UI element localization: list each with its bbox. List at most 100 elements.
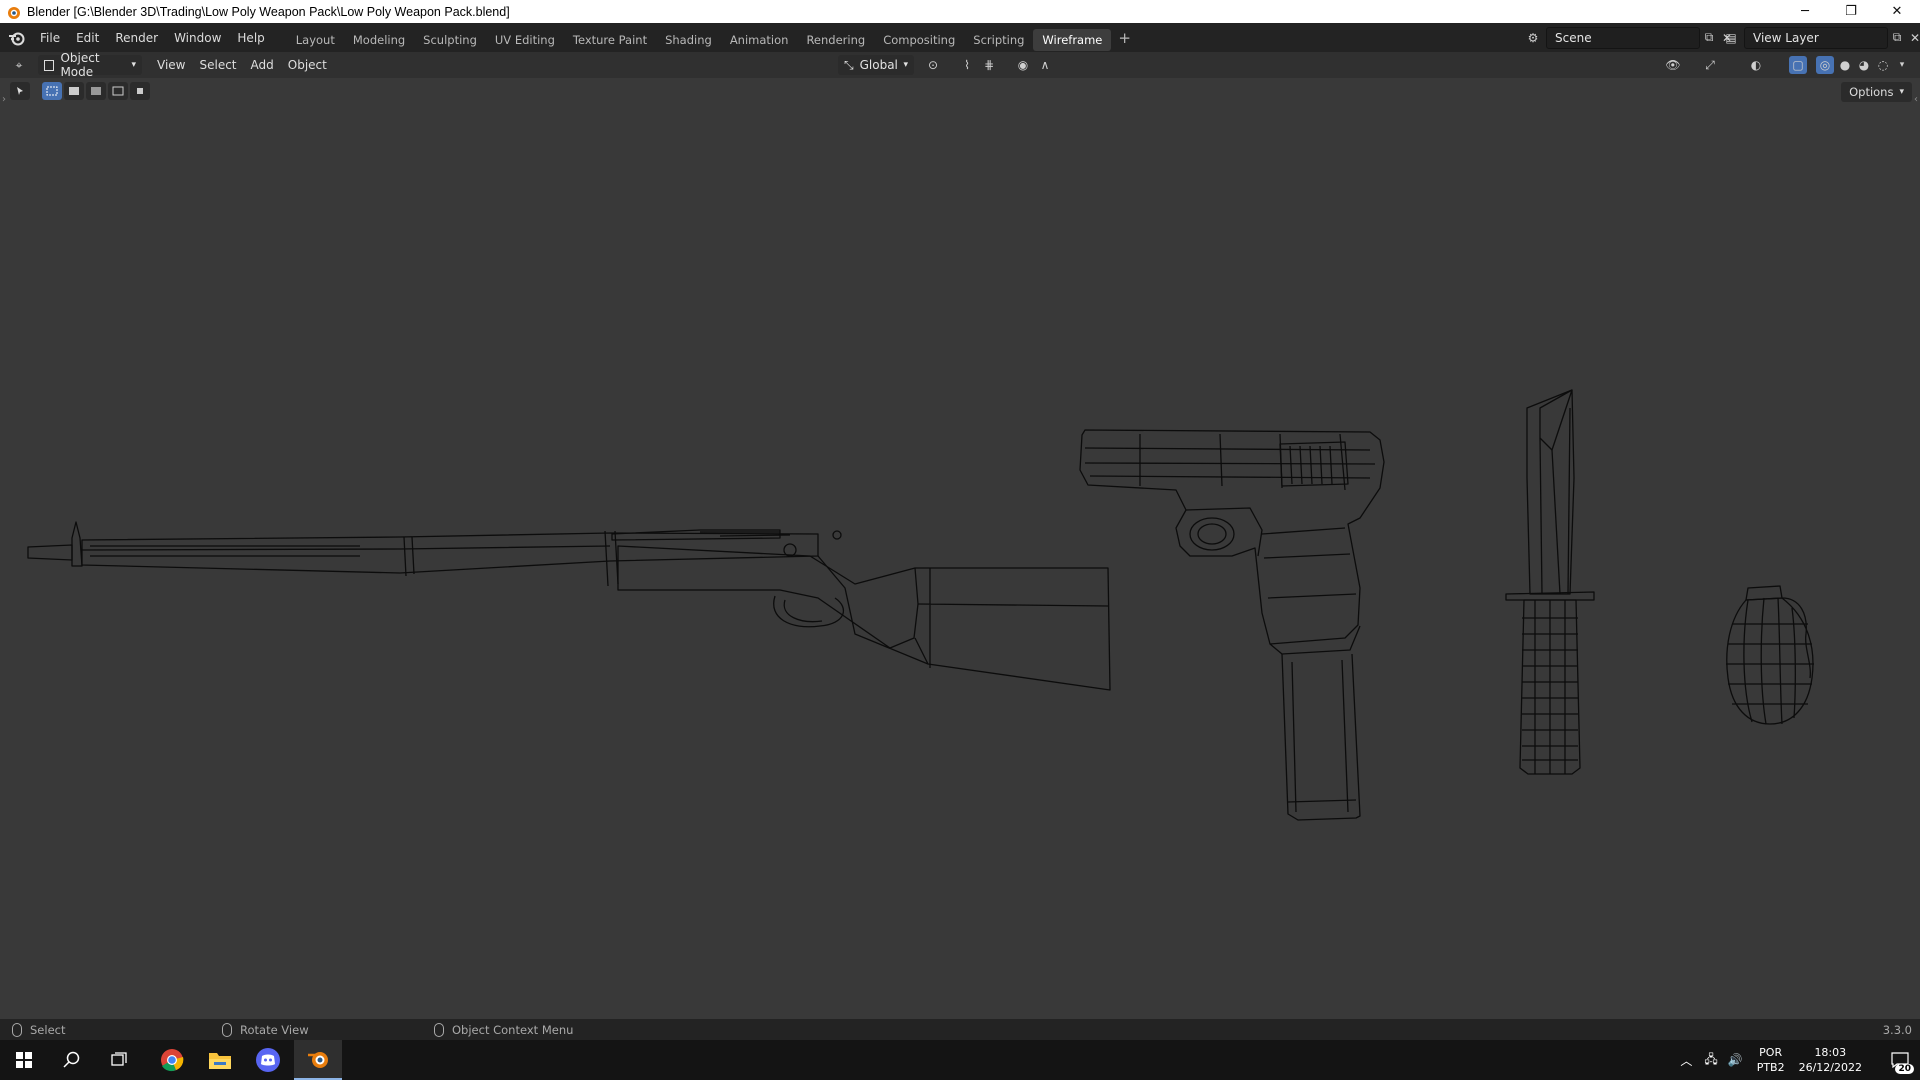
status-rotate: Rotate View (222, 1022, 309, 1037)
status-select-label: Select (30, 1022, 66, 1037)
tab-scripting[interactable]: Scripting (964, 29, 1033, 51)
gizmo-icon[interactable]: ⤢ (1701, 56, 1719, 74)
mouse-middle-icon (222, 1022, 232, 1037)
view-layer-icon[interactable]: ▤ (1722, 29, 1740, 47)
3d-viewport[interactable]: Options ▾ › ‹ (0, 78, 1920, 1019)
tab-shading[interactable]: Shading (656, 29, 721, 51)
view-layer-field[interactable]: View Layer (1744, 26, 1888, 49)
minimize-button[interactable]: ─ (1782, 0, 1828, 23)
scene-icon[interactable]: ⚙ (1524, 29, 1542, 47)
visibility-icon[interactable]: 👁 (1664, 56, 1682, 74)
close-button[interactable]: ✕ (1874, 0, 1920, 23)
tray-expand-icon[interactable]: ︿ (1680, 1052, 1692, 1069)
knife-wireframe[interactable] (1505, 389, 1595, 775)
menu-edit[interactable]: Edit (68, 23, 107, 52)
tab-layout[interactable]: Layout (287, 29, 344, 51)
search-icon[interactable] (48, 1040, 96, 1080)
object-mode-icon (44, 59, 55, 71)
overlays-icon[interactable]: ◐ (1747, 56, 1765, 74)
tab-uv-editing[interactable]: UV Editing (486, 29, 564, 51)
status-bar: Select Rotate View Object Context Menu 3… (0, 1019, 1920, 1040)
xray-icon[interactable]: ▢ (1789, 56, 1807, 74)
viewport-header: ⌖ Object Mode ▾ View Select Add Object ⤡… (0, 51, 1920, 79)
network-icon[interactable]: 🖧 (1704, 1050, 1717, 1071)
task-view-icon[interactable] (96, 1040, 144, 1080)
tab-rendering[interactable]: Rendering (797, 29, 874, 51)
header-menu-view[interactable]: View (150, 58, 192, 72)
mouse-right-icon (434, 1022, 444, 1037)
notification-count-badge: 20 (1895, 1064, 1914, 1074)
header-menu-add[interactable]: Add (244, 58, 281, 72)
view-layer-selector: ▤ View Layer ⧉ ✕ (1722, 26, 1920, 49)
scene-wireframe (27, 389, 1814, 821)
scene-field[interactable]: Scene (1546, 26, 1700, 49)
grenade-wireframe[interactable] (1726, 585, 1814, 725)
proportional-edit-icon[interactable]: ◉ (1014, 56, 1032, 74)
shading-options-icon[interactable]: ▾ (1893, 56, 1911, 74)
discord-icon[interactable] (244, 1040, 292, 1080)
orientation-icon: ⤡ (844, 57, 854, 72)
chrome-icon[interactable] (148, 1040, 196, 1080)
tab-compositing[interactable]: Compositing (874, 29, 964, 51)
rifle-wireframe[interactable] (27, 521, 1111, 691)
top-bar: File Edit Render Window Help Layout Mode… (0, 23, 1920, 52)
material-shading-icon[interactable]: ◕ (1855, 56, 1873, 74)
menu-window[interactable]: Window (166, 23, 229, 52)
mode-label: Object Mode (60, 51, 100, 79)
blender-app-icon (8, 6, 20, 19)
window-titlebar: Blender [G:\Blender 3D\Trading\Low Poly … (0, 0, 1920, 23)
chevron-down-icon: ▾ (131, 60, 136, 70)
tab-animation[interactable]: Animation (721, 29, 798, 51)
window-title: Blender [G:\Blender 3D\Trading\Low Poly … (27, 4, 510, 19)
pistol-wireframe[interactable] (1079, 429, 1385, 821)
rendered-shading-icon[interactable]: ◌ (1874, 56, 1892, 74)
scene-name: Scene (1555, 30, 1592, 45)
snap-icon[interactable]: ⌇ (958, 56, 976, 74)
menu-file[interactable]: File (32, 23, 68, 52)
windows-taskbar: ︿ 🖧 🔊 POR PTB2 18:03 26/12/2022 20 (0, 1040, 1920, 1080)
file-explorer-icon[interactable] (196, 1040, 244, 1080)
system-tray: ︿ 🖧 🔊 POR PTB2 18:03 26/12/2022 20 (1680, 1040, 1920, 1080)
orientation-label: Global (859, 58, 898, 72)
status-context-label: Object Context Menu (452, 1022, 574, 1037)
mouse-left-icon (12, 1022, 22, 1037)
editor-type-icon[interactable]: ⌖ (10, 56, 28, 74)
tab-sculpting[interactable]: Sculpting (414, 29, 486, 51)
scene-selector: ⚙ Scene ⧉ ✕ (1524, 26, 1736, 49)
language-primary: POR (1759, 1046, 1783, 1059)
notification-center[interactable]: 20 (1880, 1040, 1920, 1080)
header-menu-select[interactable]: Select (192, 58, 243, 72)
blender-taskbar-icon[interactable] (294, 1040, 342, 1080)
scene-new-icon[interactable]: ⧉ (1700, 29, 1718, 47)
menu-render[interactable]: Render (107, 23, 166, 52)
version-label: 3.3.0 (1882, 1022, 1912, 1037)
clock[interactable]: 18:03 26/12/2022 (1799, 1045, 1862, 1075)
mode-dropdown[interactable]: Object Mode ▾ (38, 51, 142, 79)
restore-button[interactable]: ❐ (1828, 0, 1874, 23)
clock-date: 26/12/2022 (1798, 1061, 1862, 1074)
status-context: Object Context Menu (434, 1022, 574, 1037)
menu-help[interactable]: Help (229, 23, 272, 52)
solid-shading-icon[interactable]: ● (1836, 56, 1854, 74)
volume-icon[interactable]: 🔊 (1728, 1053, 1743, 1067)
windows-start-icon[interactable] (0, 1040, 48, 1080)
language-secondary: PTB2 (1756, 1061, 1785, 1074)
orientation-dropdown[interactable]: ⤡ Global ▾ (838, 55, 914, 75)
add-workspace-button[interactable]: + (1111, 29, 1138, 47)
tab-texture-paint[interactable]: Texture Paint (564, 29, 656, 51)
snap-target-icon[interactable]: ⋕ (980, 56, 998, 74)
tab-wireframe[interactable]: Wireframe (1033, 28, 1112, 51)
pivot-icon[interactable]: ⊙ (924, 56, 942, 74)
view-layer-remove-icon[interactable]: ✕ (1906, 29, 1920, 47)
language-indicator[interactable]: POR PTB2 (1757, 1045, 1785, 1075)
clock-time: 18:03 (1814, 1046, 1847, 1059)
view-layer-name: View Layer (1753, 30, 1819, 45)
falloff-icon[interactable]: ∧ (1036, 56, 1054, 74)
blender-logo-icon[interactable] (2, 30, 32, 46)
view-layer-new-icon[interactable]: ⧉ (1888, 29, 1906, 47)
status-rotate-label: Rotate View (240, 1022, 309, 1037)
chevron-down-icon: ▾ (903, 60, 908, 70)
header-menu-object[interactable]: Object (281, 58, 334, 72)
wireframe-shading-icon[interactable]: ◎ (1816, 56, 1834, 74)
tab-modeling[interactable]: Modeling (344, 29, 414, 51)
